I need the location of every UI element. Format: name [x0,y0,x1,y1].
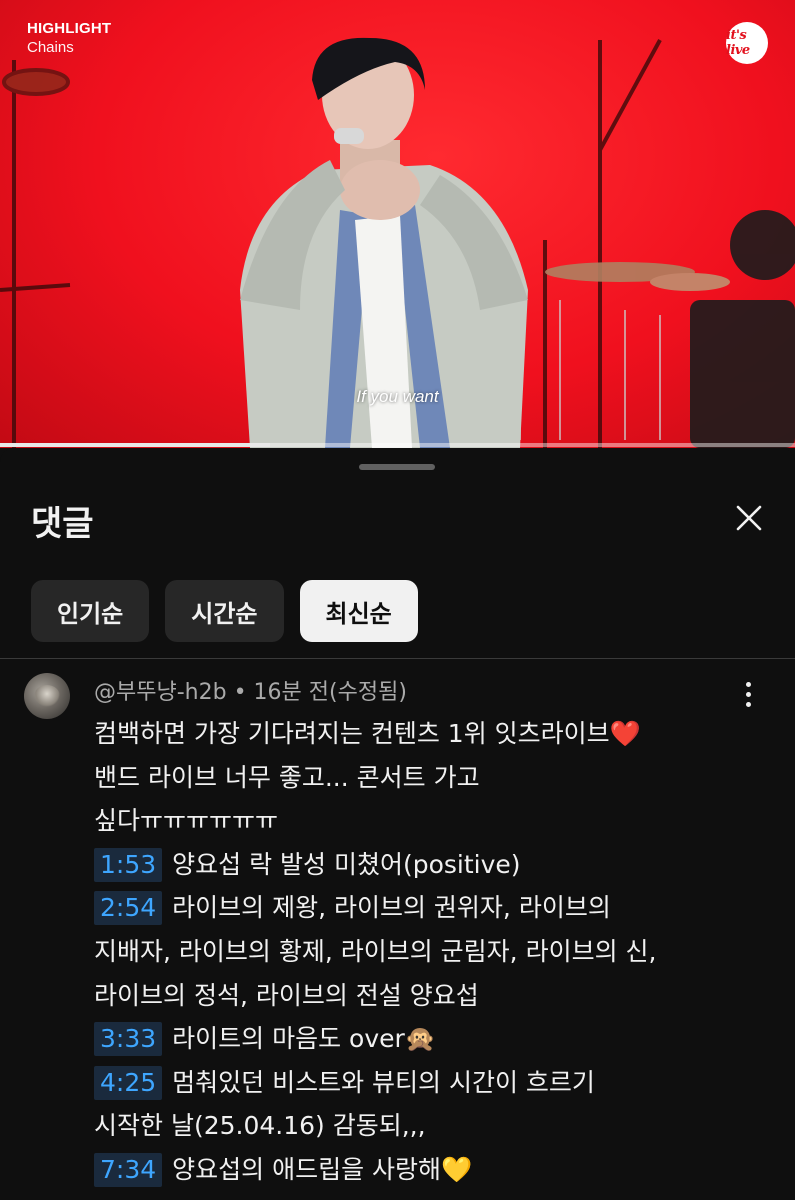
timestamp-link[interactable]: 2:54 [94,891,163,926]
comment-text: 라이브의 정석, 라이브의 전설 양요섭 [94,980,479,1010]
comment-meta: @부뚜냥-h2b • 16분 전(수정됨) [94,674,407,706]
channel-logo: it's live [726,22,768,64]
panel-title: 댓글 [31,504,94,544]
meta-separator: • [226,680,254,705]
timestamp-link[interactable]: 7:34 [94,1152,163,1187]
comment-text: 멈춰있던 비스트와 뷰티의 시간이 흐르기 [172,1067,595,1097]
comment-line: 라이브의 정석, 라이브의 전설 양요섭 [94,974,774,1018]
sort-chip-newest[interactable]: 최신순 [299,580,418,642]
comment-text: 싶다ㅠㅠㅠㅠㅠㅠ [94,806,279,836]
comment-line: 싶다ㅠㅠㅠㅠㅠㅠ [94,799,774,843]
close-button[interactable] [731,500,767,536]
comment-text: 라이브의 제왕, 라이브의 권위자, 라이브의 [172,893,611,923]
comment-text: 라이트의 마음도 over [172,1024,405,1054]
performer-scene [0,37,795,448]
comment-line: 지배자, 라이브의 황제, 라이브의 군림자, 라이브의 신, [94,930,774,974]
comment-line: 4:25 멈춰있던 비스트와 뷰티의 시간이 흐르기 [94,1061,774,1105]
more-dot [745,702,751,707]
video-progress-bar[interactable] [0,443,795,447]
sort-chips: 인기순 시간순 최신순 [31,580,418,642]
comment-text: 밴드 라이브 너무 좋고... 콘서트 가고 [94,762,480,792]
comment-text: 시작한 날(25.04.16) 감동되,,, [94,1111,426,1141]
more-dot [745,682,751,687]
timestamp-link[interactable]: 3:33 [94,1022,163,1057]
emoji-icon: ❤️ [609,719,641,748]
emoji-icon: 🙊 [404,1024,436,1054]
video-progress-fill [0,443,271,447]
comment-line: 3:33 라이트의 마음도 over🙊 [94,1017,774,1061]
comment-time: 16분 전(수정됨) [253,680,407,705]
comment-text: 양요섭의 애드립을 사랑해 [172,1154,442,1184]
video-caption: If you want [356,387,439,406]
comment-line: 시작한 날(25.04.16) 감동되,,, [94,1104,774,1148]
comment-line: 1:53 양요섭 락 발성 미쳤어(positive) [94,843,774,887]
more-options-button[interactable] [734,682,762,712]
overlay-title: HIGHLIGHT [27,20,112,37]
sort-chip-time[interactable]: 시간순 [165,580,284,642]
timestamp-link[interactable]: 4:25 [94,1065,163,1100]
drag-handle[interactable] [359,464,435,470]
more-dot [745,692,751,697]
comment-line: 7:34 양요섭의 애드립을 사랑해💛 [94,1148,774,1192]
comment-body: 컴백하면 가장 기다려지는 컨텐츠 1위 잇츠라이브❤️ 밴드 라이브 너무 좋고… [94,712,774,1192]
emoji-icon: 💛 [441,1154,473,1184]
sort-chip-popular[interactable]: 인기순 [31,580,150,642]
avatar[interactable] [24,673,70,719]
comment-line: 컴백하면 가장 기다려지는 컨텐츠 1위 잇츠라이브❤️ [94,712,774,756]
comment-line: 밴드 라이브 너무 좋고... 콘서트 가고 [94,756,774,800]
video-overlay-title: HIGHLIGHT Chains [27,20,111,56]
comment-author[interactable]: @부뚜냥-h2b [94,680,227,705]
divider [0,658,795,659]
comments-panel: 댓글 인기순 시간순 최신순 @부뚜냥-h2b • 16분 전(수정됨) 컴백하… [0,448,795,1200]
timestamp-link[interactable]: 1:53 [94,847,163,882]
comment-text: 컴백하면 가장 기다려지는 컨텐츠 1위 잇츠라이브 [94,719,610,748]
video-player[interactable]: HIGHLIGHT Chains it's live If you want [0,0,795,448]
comment-text: 지배자, 라이브의 황제, 라이브의 군림자, 라이브의 신, [94,936,657,966]
overlay-subtitle: Chains [27,39,74,56]
close-icon [736,505,762,531]
comment-text: 양요섭 락 발성 미쳤어(positive) [172,849,521,879]
comment-line: 2:54 라이브의 제왕, 라이브의 권위자, 라이브의 [94,886,774,930]
